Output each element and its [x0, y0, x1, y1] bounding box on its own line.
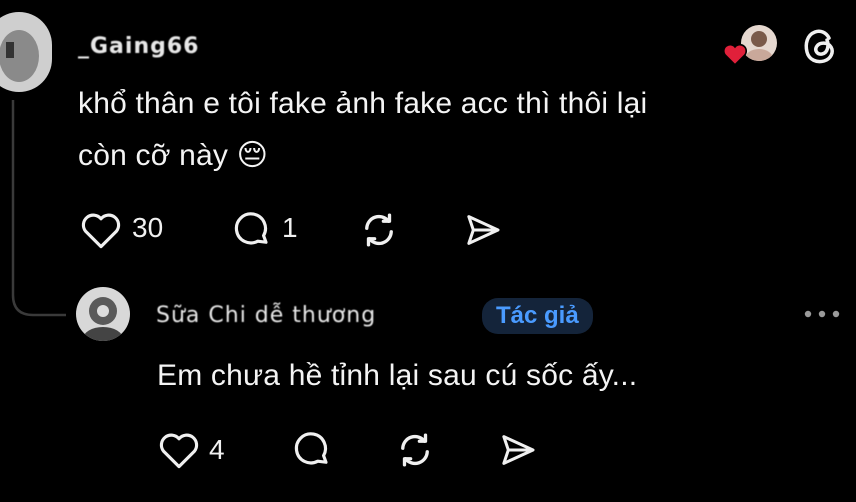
reply-like-count: 4 [209, 434, 225, 465]
reply-count: 1 [282, 212, 298, 243]
more-icon[interactable] [800, 306, 844, 322]
reply-like-button[interactable] [158, 430, 200, 470]
author-badge: Tác giả [482, 298, 593, 334]
pensive-emoji: 😔 [236, 138, 269, 173]
reply-author-avatar[interactable] [76, 287, 130, 341]
repost-button[interactable] [358, 209, 400, 251]
commenter-avatar[interactable] [0, 12, 52, 92]
reply-text: Em chưa hề tỉnh lại sau cú sốc ấy... [157, 359, 638, 392]
reply-username[interactable]: Sữa Chi dễ thương [156, 303, 376, 328]
comment-button[interactable] [230, 209, 274, 251]
share-button[interactable] [462, 210, 504, 250]
commenter-username[interactable]: _Gaing66 [78, 34, 199, 59]
reply-comment-button[interactable] [290, 429, 334, 471]
reply-repost-button[interactable] [394, 429, 436, 471]
comment-text-line1: khổ thân e tôi fake ảnh fake acc thì thô… [78, 87, 648, 120]
heart-filled-icon [722, 43, 748, 66]
threads-logo-icon[interactable] [798, 24, 842, 68]
comment-text-line2: còn cỡ này 😔 [78, 138, 269, 173]
reply-share-button[interactable] [497, 430, 539, 470]
like-button[interactable] [80, 210, 122, 250]
comment-text: khổ thân e tôi fake ảnh fake acc thì thô… [78, 78, 838, 182]
like-count: 30 [132, 212, 164, 243]
